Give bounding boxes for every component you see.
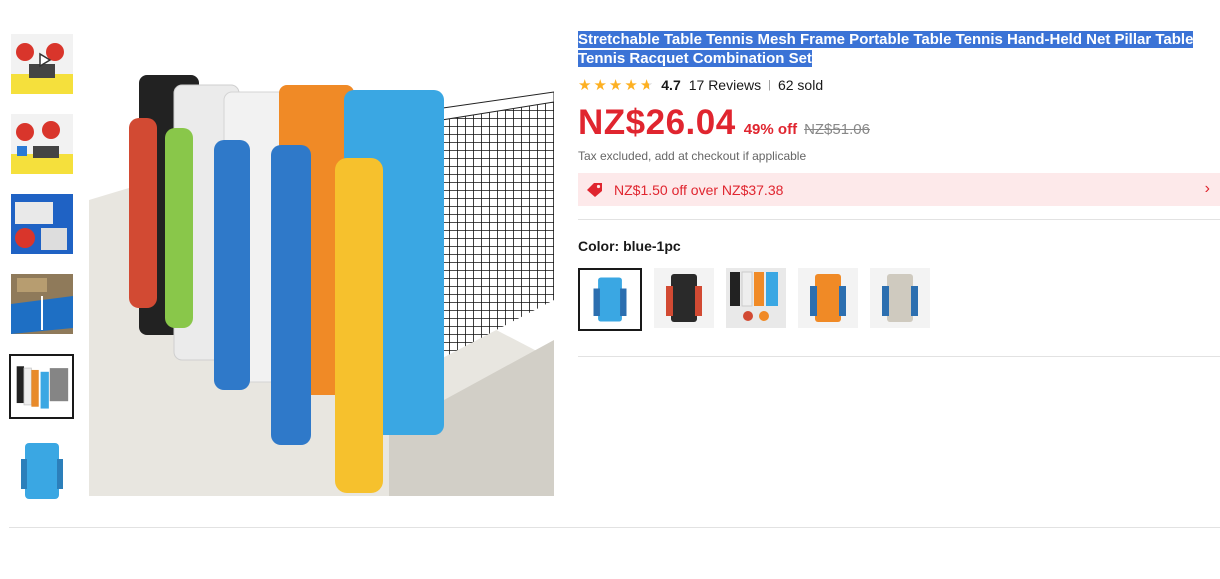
star-rating[interactable]: ★ ★ ★ ★ ★: [578, 78, 653, 93]
product-title: Stretchable Table Tennis Mesh Frame Port…: [578, 31, 1194, 67]
rating-value: 4.7: [661, 77, 681, 93]
swatch-black[interactable]: [654, 268, 714, 328]
price-row: NZ$26.04 49% off NZ$51.06: [578, 103, 1220, 143]
rating-row: ★ ★ ★ ★ ★ 4.7 17 Reviews | 62 sold: [578, 75, 1220, 95]
coupon-banner[interactable]: NZ$1.50 off over NZ$37.38 ›: [578, 173, 1220, 206]
thumbnail-gallery: [9, 34, 75, 519]
star-icon: ★: [593, 76, 607, 94]
color-label: Color: blue-1pc: [578, 238, 681, 254]
separator: |: [768, 79, 771, 91]
swatch-gray[interactable]: [870, 268, 930, 328]
thumbnail-4[interactable]: [11, 274, 73, 334]
swatch-mixed-set[interactable]: [726, 268, 786, 328]
thumbnail-6[interactable]: [11, 439, 73, 499]
divider: [578, 356, 1220, 357]
star-half-icon: ★: [639, 76, 654, 94]
reviews-link[interactable]: 17 Reviews: [689, 77, 761, 93]
star-icon: ★: [624, 76, 638, 94]
divider: [578, 219, 1220, 220]
current-price: NZ$26.04: [578, 103, 736, 142]
chevron-right-icon: ›: [1204, 180, 1210, 197]
color-swatches: [578, 268, 1220, 331]
original-price: NZ$51.06: [804, 121, 870, 138]
swatch-blue-selected[interactable]: [578, 268, 642, 331]
product-info-panel: Stretchable Table Tennis Mesh Frame Port…: [578, 30, 1220, 357]
thumbnail-5-selected[interactable]: [9, 354, 74, 419]
swatch-orange[interactable]: [798, 268, 858, 328]
section-divider: [9, 527, 1220, 528]
main-product-image[interactable]: [89, 30, 554, 496]
coupon-text: NZ$1.50 off over NZ$37.38: [614, 181, 784, 198]
tax-note: Tax excluded, add at checkout if applica…: [578, 149, 807, 163]
sold-count: 62 sold: [777, 77, 824, 93]
thumbnail-1[interactable]: [11, 34, 73, 94]
discount-badge: 49% off: [743, 121, 798, 138]
star-icon: ★: [608, 76, 623, 94]
thumbnail-3[interactable]: [11, 194, 73, 254]
star-icon: ★: [578, 76, 592, 94]
thumbnail-2[interactable]: [11, 114, 73, 174]
tag-icon: [587, 182, 602, 197]
